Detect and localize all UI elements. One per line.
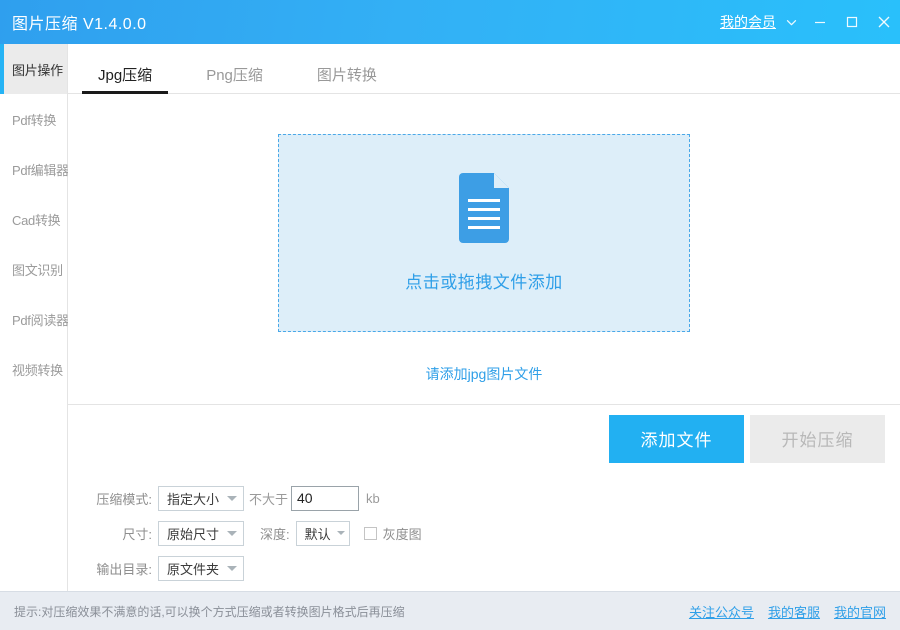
tab-bar: Jpg压缩 Png压缩 图片转换 (68, 44, 900, 94)
checkbox-box (364, 527, 377, 540)
app-window: 图片压缩 V1.4.0.0 我的会员 图片操作 Pdf转换 (0, 0, 900, 630)
sidebar-item-label: Pdf阅读器 (12, 310, 69, 329)
sidebar-item-label: Cad转换 (12, 210, 60, 229)
add-files-button[interactable]: 添加文件 (609, 415, 744, 463)
sidebar-item-image-ops[interactable]: 图片操作 (0, 44, 67, 94)
depth-select[interactable]: 默认 (296, 521, 350, 546)
depth-label: 深度: (260, 524, 290, 543)
main-body: 图片操作 Pdf转换 Pdf编辑器 Cad转换 图文识别 Pdf阅读器 视频转换 (0, 44, 900, 591)
tab-png-compress[interactable]: Png压缩 (190, 64, 279, 93)
file-dropzone[interactable]: 点击或拖拽文件添加 (278, 134, 690, 332)
maximize-icon[interactable] (836, 0, 868, 44)
sidebar-item-label: Pdf转换 (12, 110, 56, 129)
output-dir-select[interactable]: 原文件夹 (158, 556, 244, 581)
status-links: 关注公众号 我的客服 我的官网 (689, 602, 886, 621)
size-limit-unit: kb (366, 491, 380, 506)
size-label: 尺寸: (86, 524, 152, 543)
output-dir-label: 输出目录: (86, 559, 152, 578)
sidebar: 图片操作 Pdf转换 Pdf编辑器 Cad转换 图文识别 Pdf阅读器 视频转换 (0, 44, 68, 591)
sidebar-item-label: Pdf编辑器 (12, 160, 69, 179)
close-icon[interactable] (868, 0, 900, 44)
dropzone-label: 点击或拖拽文件添加 (405, 268, 563, 293)
size-select[interactable]: 原始尺寸 (158, 521, 244, 546)
output-dir-value: 原文件夹 (167, 559, 219, 578)
sidebar-item-pdf-editor[interactable]: Pdf编辑器 (0, 144, 67, 194)
sidebar-item-label: 图片操作 (12, 60, 63, 79)
grayscale-label: 灰度图 (383, 524, 422, 543)
sidebar-item-pdf-reader[interactable]: Pdf阅读器 (0, 294, 67, 344)
size-limit-label: 不大于 (249, 489, 288, 508)
size-limit-input[interactable] (291, 486, 359, 511)
tab-image-convert[interactable]: 图片转换 (301, 64, 393, 93)
compress-mode-select[interactable]: 指定大小 (158, 486, 244, 511)
add-file-hint: 请添加jpg图片文件 (426, 364, 543, 384)
follow-wechat-link[interactable]: 关注公众号 (689, 602, 754, 621)
title-bar-right: 我的会员 (718, 0, 900, 44)
sidebar-item-label: 视频转换 (12, 360, 63, 379)
size-value: 原始尺寸 (167, 524, 219, 543)
start-compress-button: 开始压缩 (750, 415, 885, 463)
content-area: Jpg压缩 Png压缩 图片转换 (68, 44, 900, 591)
tab-jpg-compress[interactable]: Jpg压缩 (82, 64, 168, 93)
chevron-down-icon (337, 531, 345, 535)
option-row-size-depth: 尺寸: 原始尺寸 深度: 默认 灰度图 (86, 519, 900, 547)
sidebar-item-cad-convert[interactable]: Cad转换 (0, 194, 67, 244)
option-row-output: 输出目录: 原文件夹 (86, 554, 900, 582)
sidebar-item-ocr[interactable]: 图文识别 (0, 244, 67, 294)
my-membership-link[interactable]: 我的会员 (718, 12, 778, 32)
sidebar-item-label: 图文识别 (12, 260, 63, 279)
customer-service-link[interactable]: 我的客服 (768, 602, 820, 621)
compress-mode-label: 压缩模式: (86, 489, 152, 508)
app-title: 图片压缩 V1.4.0.0 (12, 10, 147, 34)
official-site-link[interactable]: 我的官网 (834, 602, 886, 621)
status-bar: 提示:对压缩效果不满意的话,可以换个方式压缩或者转换图片格式后再压缩 关注公众号… (0, 591, 900, 630)
title-bar: 图片压缩 V1.4.0.0 我的会员 (0, 0, 900, 44)
chevron-down-icon[interactable] (778, 0, 804, 44)
sidebar-item-video-convert[interactable]: 视频转换 (0, 344, 67, 394)
options-panel: 压缩模式: 指定大小 不大于 kb 尺寸: 原始尺寸 深度: (68, 472, 900, 591)
minimize-icon[interactable] (804, 0, 836, 44)
sidebar-item-pdf-convert[interactable]: Pdf转换 (0, 94, 67, 144)
compress-mode-value: 指定大小 (167, 489, 219, 508)
option-row-mode: 压缩模式: 指定大小 不大于 kb (86, 484, 900, 512)
chevron-down-icon (227, 496, 237, 501)
chevron-down-icon (227, 531, 237, 536)
action-bar: 添加文件 开始压缩 (68, 405, 900, 472)
chevron-down-icon (227, 566, 237, 571)
grayscale-checkbox[interactable]: 灰度图 (364, 524, 422, 543)
status-tip: 提示:对压缩效果不满意的话,可以换个方式压缩或者转换图片格式后再压缩 (14, 603, 405, 620)
upload-pane: 点击或拖拽文件添加 请添加jpg图片文件 (68, 94, 900, 405)
depth-value: 默认 (305, 524, 331, 543)
document-icon (456, 173, 512, 250)
